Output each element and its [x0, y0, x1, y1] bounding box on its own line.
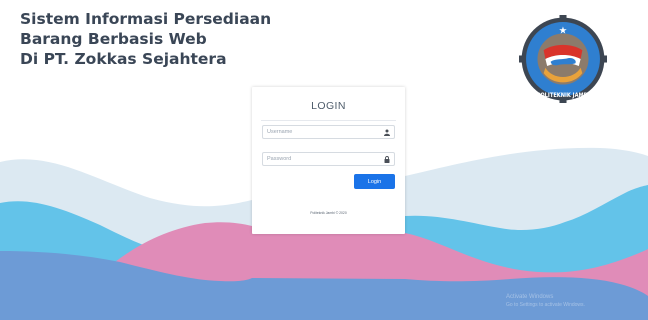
- activate-windows-watermark: Activate Windows Go to Settings to activ…: [506, 293, 585, 309]
- login-card: LOGIN Login Politeknik Jambi © 2020: [252, 87, 405, 234]
- username-field[interactable]: [262, 125, 395, 139]
- logo-star: ★: [559, 25, 568, 36]
- login-button[interactable]: Login: [354, 174, 395, 189]
- watermark-subtitle: Go to Settings to activate Windows.: [506, 302, 585, 308]
- password-field[interactable]: [262, 152, 395, 166]
- watermark-title: Activate Windows: [506, 294, 554, 300]
- app-title-line-3: Di PT. Zokkas Sejahtera: [20, 50, 227, 68]
- institution-logo: ★ POLITEKNIK JAMBI: [519, 15, 607, 103]
- card-divider: [261, 120, 396, 121]
- app-title-line-2: Barang Berbasis Web: [20, 30, 207, 48]
- lock-icon: [384, 156, 390, 163]
- app-title-line-1: Sistem Informasi Persediaan: [20, 10, 272, 28]
- login-title: LOGIN: [311, 100, 346, 112]
- logo-text: POLITEKNIK JAMBI: [537, 92, 590, 99]
- app-title: Sistem Informasi Persediaan Barang Berba…: [20, 9, 271, 69]
- username-input[interactable]: [263, 126, 379, 138]
- user-icon: [384, 129, 390, 136]
- footer-copyright: Politeknik Jambi © 2020: [310, 211, 347, 215]
- password-input[interactable]: [263, 153, 379, 165]
